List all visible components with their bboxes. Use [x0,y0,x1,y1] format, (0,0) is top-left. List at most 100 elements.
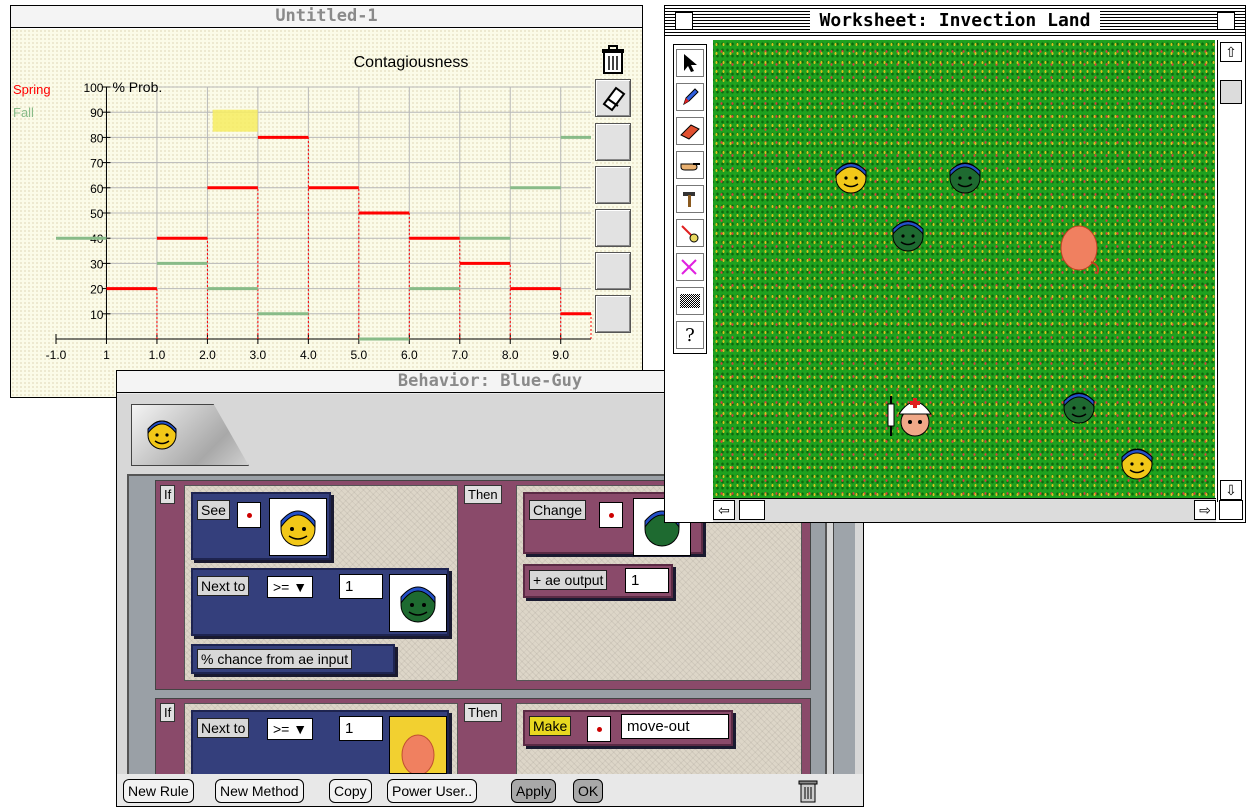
ok-button[interactable]: OK [573,779,604,803]
x-tick-label: 8.0 [502,348,519,362]
agent-tab[interactable] [131,404,249,466]
change-target-dot[interactable] [599,502,623,528]
rule-2-if-label: If [160,703,176,722]
chart-window: Untitled-1 Contagiousness % Prob. Spring Fa… [10,5,643,398]
next-to-label: Next to [197,718,250,738]
x-tick-label: 4.0 [300,348,317,362]
next-to-count-input[interactable]: 1 [339,574,383,599]
worksheet-vertical-scrollbar[interactable]: ⇧ ⇩ [1217,40,1245,502]
see-condition[interactable]: See [191,492,331,560]
resize-box-icon[interactable] [1219,500,1243,520]
next-to-condition[interactable]: Next to >= ▼ 1 [191,568,449,636]
new-rule-button[interactable]: New Rule [123,779,194,803]
chance-label: % chance from ae input [197,649,353,669]
power-user-button[interactable]: Power User.. [387,779,478,803]
y-axis-label: % Prob. [112,79,162,95]
next-to-count-input[interactable]: 1 [339,716,383,741]
nurse-agent-icon[interactable] [883,388,937,448]
behavior-scrollbar[interactable] [833,512,855,774]
x-tick-label: 9.0 [552,348,569,362]
next-to-operator-select[interactable]: >= ▼ [267,718,314,740]
worksheet-titlebar[interactable]: Worksheet: Invection Land [665,6,1245,36]
arrow-tool-icon[interactable] [676,49,704,77]
ae-output-input[interactable]: 1 [625,568,669,593]
vertical-scroll-thumb[interactable] [1220,80,1242,104]
scroll-left-icon[interactable]: ⇦ [713,500,735,520]
hammer-tool-icon[interactable] [676,185,704,213]
germ-blob-icon[interactable] [1057,222,1109,278]
x-tick-label: 2.0 [199,348,216,362]
chart-title: Contagiousness [354,54,469,71]
rule-1-conditions[interactable]: See Next to >= ▼ 1 % chance from ae inpu… [184,485,458,681]
healthy-agent-icon[interactable] [1117,442,1157,482]
y-tick-label: 70 [90,157,104,171]
make-label: Make [529,716,572,736]
y-tick-label: 10 [90,308,104,322]
y-tick-label: 80 [90,131,104,145]
eraser-tool-icon[interactable] [595,79,631,117]
healthy-agent-icon[interactable] [831,156,871,196]
side-slot-button[interactable] [595,295,631,333]
germ-blob-icon [401,734,435,776]
next-to-picture-infected[interactable] [389,574,447,632]
horizontal-scroll-thumb[interactable] [739,500,765,520]
rule-1-then-label: Then [464,485,502,504]
copy-button[interactable]: Copy [329,779,372,803]
blue-guy-icon [147,420,177,450]
x-tick-label: 1 [103,348,110,362]
x-tick-label: -1.0 [46,348,67,362]
ae-output-label: + ae output [529,570,608,590]
trash-icon[interactable] [797,778,819,804]
x-tick-label: 1.0 [149,348,166,362]
y-tick-label: 50 [90,207,104,221]
y-tick-label: 20 [90,283,104,297]
contagiousness-chart[interactable]: Contagiousness% Prob.SpringFall102030405… [11,29,644,399]
next-to-picture-germ[interactable] [389,716,447,776]
rule-2-actions[interactable]: Make move-out [516,703,802,778]
change-label: Change [529,500,587,520]
side-slot-button[interactable] [595,123,631,161]
see-target-dot[interactable] [237,502,261,528]
make-message-input[interactable]: move-out [621,714,729,739]
trash-icon[interactable] [599,45,627,75]
pencil-tool-icon[interactable] [676,83,704,111]
scroll-down-icon[interactable]: ⇩ [1220,480,1242,500]
infected-agent-icon[interactable] [1059,386,1099,426]
worksheet-window: Worksheet: Invection Land ? ⇧ ⇩ ⇦ ⇨ [664,5,1246,523]
side-slot-button[interactable] [595,252,631,290]
ae-output-action[interactable]: + ae output 1 [523,564,673,598]
y-tick-label: 100 [83,81,103,95]
chance-condition[interactable]: % chance from ae input [191,644,395,674]
rule-2-conditions[interactable]: Next to >= ▼ 1 [184,703,458,778]
y-tick-label: 90 [90,106,104,120]
legend-fall: Fall [13,105,34,120]
infected-agent-icon[interactable] [888,214,928,254]
chart-body: Contagiousness% Prob.SpringFall102030405… [11,29,642,397]
duplicate-tool-icon[interactable] [676,219,704,247]
delete-tool-icon[interactable] [676,253,704,281]
eraser-tool-icon[interactable] [676,117,704,145]
make-target-dot[interactable] [587,716,611,742]
hand-tool-icon[interactable] [676,151,704,179]
see-picture-healthy[interactable] [269,498,327,556]
legend-spring: Spring [13,82,51,97]
pattern-tool-icon[interactable] [676,287,704,315]
scroll-up-icon[interactable]: ⇧ [1220,42,1242,62]
worksheet-field[interactable] [713,40,1215,498]
rule-2[interactable]: If Next to >= ▼ 1 Then Make move-out [155,698,811,778]
close-box-icon[interactable] [675,12,693,30]
make-action[interactable]: Make move-out [523,710,733,746]
rule-2-then-label: Then [464,703,502,722]
side-slot-button[interactable] [595,209,631,247]
scroll-right-icon[interactable]: ⇨ [1194,500,1216,520]
chart-window-titlebar[interactable]: Untitled-1 [11,6,642,28]
help-tool-icon[interactable]: ? [676,321,704,349]
apply-button[interactable]: Apply [511,779,557,803]
zoom-box-icon[interactable] [1217,12,1235,30]
next-to-operator-select[interactable]: >= ▼ [267,576,314,598]
infected-agent-icon[interactable] [945,156,985,196]
side-slot-button[interactable] [595,166,631,204]
worksheet-horizontal-scrollbar[interactable]: ⇦ ⇨ [713,498,1216,522]
new-method-button[interactable]: New Method [215,779,304,803]
next-to-condition[interactable]: Next to >= ▼ 1 [191,710,449,778]
